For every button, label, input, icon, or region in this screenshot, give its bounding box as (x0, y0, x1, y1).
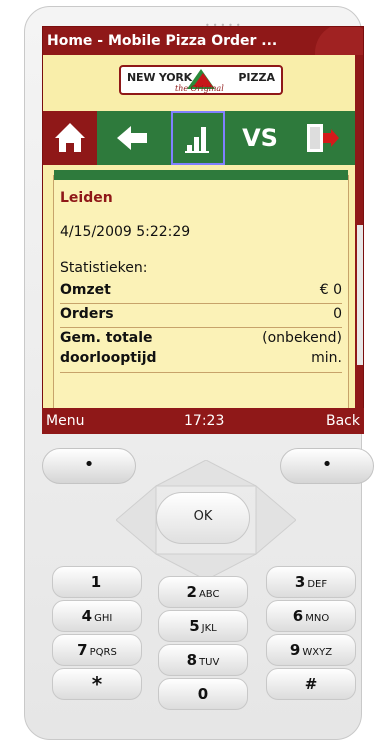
softkey-bar: Menu 17:23 Back (42, 408, 364, 434)
key-hash[interactable]: # (266, 668, 356, 700)
logout-button[interactable] (293, 111, 347, 165)
statistics-button[interactable] (171, 111, 225, 165)
new-york-pizza-logo: NEW YORK PIZZA the Original (119, 65, 283, 95)
key-star[interactable]: * (52, 668, 142, 700)
key-letters: TUV (199, 657, 220, 668)
key-letters: JKL (201, 623, 217, 634)
gem-value-2: min. (311, 350, 342, 366)
key-digit: 2 (186, 583, 197, 601)
logo-text-right: PIZZA (238, 71, 275, 84)
phone-screen: Home - Mobile Pizza Order ... NEW YORK P… (42, 26, 364, 432)
key-letters: DEF (307, 579, 328, 590)
key-digit: # (304, 675, 318, 693)
key-digit: 4 (81, 607, 93, 625)
home-button[interactable] (43, 111, 97, 165)
key-letters: MNO (305, 613, 330, 624)
gem-row-1: Gem. totale (onbekend) (60, 330, 342, 346)
window-title: Home - Mobile Pizza Order ... (47, 33, 278, 49)
row-divider (60, 303, 342, 304)
stats-heading: Statistieken: (60, 260, 148, 276)
gem-row-2: doorlooptijd min. (60, 350, 342, 366)
key-letters: PQRS (89, 647, 117, 658)
key-digit: 1 (90, 573, 102, 591)
home-icon (55, 123, 85, 152)
vertical-scrollbar[interactable] (355, 55, 363, 431)
date-time: 4/15/2009 5:22:29 (60, 224, 191, 240)
key-letters: GHI (94, 613, 113, 624)
omzet-label: Omzet (60, 282, 111, 298)
omzet-value: € 0 (319, 282, 342, 298)
key-6[interactable]: 6 MNO (266, 600, 356, 632)
logo-text-left: NEW YORK (127, 71, 193, 84)
orders-row: Orders 0 (60, 306, 342, 322)
key-9[interactable]: 9 WXYZ (266, 634, 356, 666)
vs-button[interactable]: VS (233, 111, 287, 165)
key-0[interactable]: 0 (158, 678, 248, 710)
clock: 17:23 (184, 413, 225, 429)
row-divider (60, 327, 342, 328)
vs-label: VS (242, 124, 278, 152)
key-4[interactable]: 4 GHI (52, 600, 142, 632)
key-letters: WXYZ (302, 647, 333, 658)
key-digit: 5 (189, 617, 200, 635)
logo-tagline: the Original (175, 84, 224, 93)
key-2[interactable]: 2 ABC (158, 576, 248, 608)
omzet-row: Omzet € 0 (60, 282, 342, 298)
gem-label-1: Gem. totale (60, 330, 153, 346)
main-toolbar: VS (43, 111, 355, 165)
key-digit: 9 (289, 641, 301, 659)
keypad: • • OK 1 2 ABC 3 DEF 4 GHI 5 JKL 6 MNO 7 PQRS … (36, 440, 374, 730)
exit-door-icon (307, 124, 339, 152)
scrollbar-thumb[interactable] (357, 225, 363, 365)
orders-value: 0 (333, 306, 342, 322)
orders-label: Orders (60, 306, 114, 322)
key-1[interactable]: 1 (52, 566, 142, 598)
softkey-menu[interactable]: Menu (46, 408, 84, 434)
key-digit: 8 (186, 651, 198, 669)
ok-button[interactable]: OK (156, 492, 250, 544)
bar-chart-icon (185, 127, 209, 153)
key-digit: 7 (77, 641, 88, 659)
key-3[interactable]: 3 DEF (266, 566, 356, 598)
key-digit: 0 (197, 685, 209, 703)
city-name: Leiden (60, 190, 113, 206)
key-8[interactable]: 8 TUV (158, 644, 248, 676)
key-digit: 3 (294, 573, 306, 591)
key-7[interactable]: 7 PQRS (52, 634, 142, 666)
key-digit: * (91, 672, 103, 696)
back-nav-button[interactable] (105, 111, 159, 165)
key-5[interactable]: 5 JKL (158, 610, 248, 642)
title-bar: Home - Mobile Pizza Order ... (43, 27, 363, 63)
gem-value-1: (onbekend) (262, 330, 342, 346)
key-letters: ABC (198, 589, 220, 600)
back-arrow-icon (117, 126, 147, 150)
key-digit: 6 (292, 607, 304, 625)
panel-top-bar (54, 170, 348, 180)
gem-label-2: doorlooptijd (60, 350, 157, 366)
row-divider (60, 372, 342, 373)
softkey-back[interactable]: Back (326, 408, 360, 434)
statistics-panel: Leiden 4/15/2009 5:22:29 Statistieken: O… (53, 170, 349, 431)
logo-band: NEW YORK PIZZA the Original (43, 55, 355, 111)
